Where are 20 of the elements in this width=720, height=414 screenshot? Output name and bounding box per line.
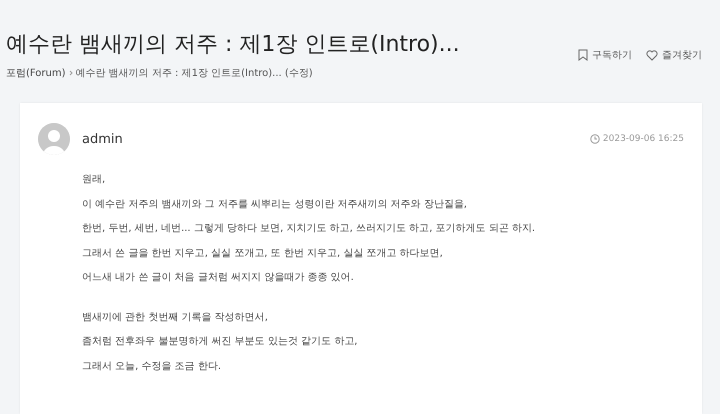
post-date: 2023-09-06 16:25 bbox=[602, 134, 684, 144]
favorite-button[interactable]: 즐겨찾기 bbox=[646, 48, 702, 62]
paragraph: 그래서 쓴 글을 한번 지우고, 실실 쪼개고, 또 한번 지우고, 실실 쪼개고 하다보면, bbox=[82, 246, 444, 260]
bookmark-icon bbox=[578, 49, 588, 61]
avatar-icon bbox=[38, 123, 70, 155]
paragraph: 이 예수란 저주의 뱀새끼와 그 저주를 씨뿌리는 성령이란 저주새끼의 저주와 장난질을, bbox=[82, 198, 468, 211]
breadcrumb-current: 예수란 뱀새끼의 저주 : 제1장 인트로(Intro)... (수정) bbox=[76, 67, 313, 80]
paragraph: 한번, 두번, 세번, 네번... 그렇게 당하다 보면, 지치기도 하고, 쓰러지기도 하고, 포기하게도 되곤 하지. bbox=[82, 222, 536, 236]
heart-icon bbox=[646, 50, 658, 60]
author-name: admin bbox=[82, 132, 123, 146]
subscribe-button[interactable]: 구독하기 bbox=[578, 48, 632, 62]
paragraph: 그래서 오늘, 수정을 조금 한다. bbox=[82, 360, 222, 373]
paragraph: 원래, bbox=[82, 173, 106, 186]
paragraph: 뱀새끼에 관한 첫번째 기록을 작성하면서, bbox=[82, 310, 269, 324]
page-title: 예수란 뱀새끼의 저주 : 제1장 인트로(Intro)... bbox=[6, 31, 460, 59]
chevron-icon bbox=[68, 70, 73, 76]
paragraph: 좀처럼 전후좌우 불분명하게 써진 부분도 있는것 같기도 하고, bbox=[82, 335, 358, 348]
clock-icon bbox=[590, 134, 600, 144]
paragraph: 어느새 내가 쓴 글이 처음 글처럼 써지지 않을때가 종종 있어. bbox=[82, 271, 355, 284]
breadcrumb-link[interactable]: 포럼(Forum) bbox=[6, 66, 66, 80]
